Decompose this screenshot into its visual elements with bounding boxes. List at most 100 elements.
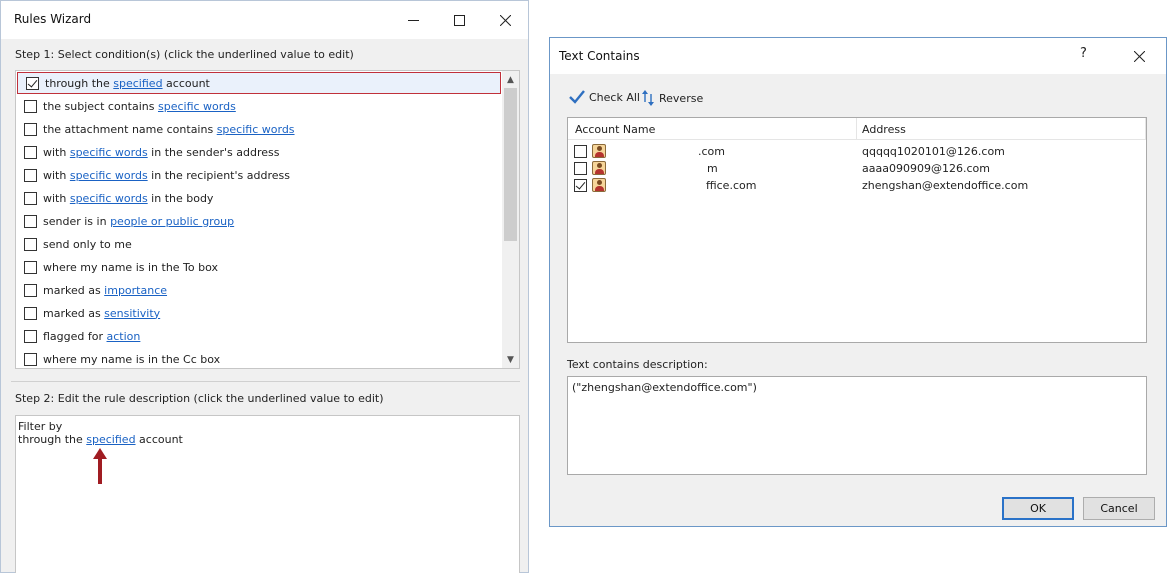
condition-text: with specific words in the sender's addr… <box>43 145 280 159</box>
account-name: ffice.com <box>706 179 757 192</box>
maximize-icon <box>453 14 465 26</box>
condition-value-link[interactable]: specified <box>113 77 162 90</box>
condition-text: the subject contains specific words <box>43 99 236 113</box>
condition-checkbox[interactable] <box>24 145 37 159</box>
condition-text: marked as sensitivity <box>43 306 161 320</box>
condition-row[interactable]: through the specified account <box>17 72 501 94</box>
cancel-button[interactable]: Cancel <box>1083 497 1155 520</box>
condition-value-link[interactable]: specific words <box>217 123 295 136</box>
column-separator[interactable] <box>1145 118 1146 140</box>
description-line1: Filter by <box>18 420 63 433</box>
condition-row[interactable]: where my name is in the Cc box <box>16 348 501 368</box>
account-checkbox[interactable] <box>574 162 587 175</box>
condition-checkbox[interactable] <box>24 214 37 228</box>
reverse-button[interactable]: Reverse <box>641 90 703 106</box>
minimize-icon <box>407 19 419 21</box>
condition-text: with specific words in the recipient's a… <box>43 168 290 182</box>
account-checkbox[interactable] <box>574 145 587 158</box>
text-contains-description-box[interactable]: ("zhengshan@extendoffice.com") <box>567 376 1147 475</box>
scroll-down-arrow-icon[interactable]: ▼ <box>502 351 519 368</box>
condition-row[interactable]: marked as sensitivity <box>16 302 501 324</box>
condition-checkbox[interactable] <box>24 122 37 136</box>
condition-value-link[interactable]: sensitivity <box>104 307 160 320</box>
text-contains-description-label: Text contains description: <box>567 358 708 371</box>
maximize-button[interactable] <box>436 1 482 39</box>
condition-row[interactable]: with specific words in the body <box>16 187 501 209</box>
step2-label: Step 2: Edit the rule description (click… <box>15 392 384 405</box>
condition-value-link[interactable]: action <box>107 330 141 343</box>
condition-row[interactable]: with specific words in the sender's addr… <box>16 141 501 163</box>
condition-checkbox[interactable] <box>24 237 37 251</box>
checkmark-icon <box>569 90 585 104</box>
account-address: aaaa090909@126.com <box>862 162 990 175</box>
ok-button[interactable]: OK <box>1002 497 1074 520</box>
minimize-button[interactable] <box>390 1 436 39</box>
condition-text: send only to me <box>43 237 132 251</box>
text-contains-titlebar: Text Contains ? <box>550 38 1166 74</box>
close-button[interactable] <box>482 1 528 39</box>
text-contains-dialog: Text Contains ? Check All Reverse Accoun… <box>549 37 1167 527</box>
reverse-arrows-icon <box>642 90 654 106</box>
help-button[interactable]: ? <box>1080 46 1087 61</box>
scroll-up-arrow-icon[interactable]: ▲ <box>502 71 519 88</box>
condition-row[interactable]: marked as importance <box>16 279 501 301</box>
condition-checkbox[interactable] <box>24 352 37 366</box>
column-header-account-name[interactable]: Account Name <box>575 123 655 136</box>
step1-label: Step 1: Select condition(s) (click the u… <box>15 48 354 61</box>
account-row[interactable]: m aaaa090909@126.com <box>568 160 1146 177</box>
condition-list-scrollbar[interactable]: ▲ ▼ <box>502 71 519 368</box>
account-checkbox[interactable] <box>574 179 587 192</box>
divider <box>11 381 520 382</box>
condition-checkbox[interactable] <box>24 329 37 343</box>
dialog-title: Text Contains <box>559 49 640 63</box>
condition-value-link[interactable]: specific words <box>70 192 148 205</box>
condition-checkbox[interactable] <box>24 168 37 182</box>
account-list-header: Account Name Address <box>568 118 1146 140</box>
condition-row[interactable]: flagged for action <box>16 325 501 347</box>
condition-row[interactable]: the attachment name contains specific wo… <box>16 118 501 140</box>
column-header-address[interactable]: Address <box>862 123 906 136</box>
contact-icon <box>592 144 606 158</box>
column-separator[interactable] <box>856 118 857 140</box>
condition-row[interactable]: where my name is in the To box <box>16 256 501 278</box>
condition-text: sender is in people or public group <box>43 214 235 228</box>
rules-wizard-titlebar: Rules Wizard <box>1 1 528 39</box>
account-address: qqqqq1020101@126.com <box>862 145 1005 158</box>
condition-list[interactable]: through the specified account the subject… <box>15 70 520 369</box>
condition-checkbox[interactable] <box>24 191 37 205</box>
rules-wizard-window: Rules Wizard Step 1: Select condition(s)… <box>0 0 529 573</box>
condition-checkbox[interactable] <box>24 99 37 113</box>
condition-row[interactable]: send only to me <box>16 233 501 255</box>
condition-row[interactable]: sender is in people or public group <box>16 210 501 232</box>
scroll-thumb[interactable] <box>504 88 517 241</box>
dialog-close-button[interactable] <box>1116 38 1162 74</box>
account-row[interactable]: ffice.com zhengshan@extendoffice.com <box>568 177 1146 194</box>
close-icon <box>1133 50 1145 62</box>
condition-text: where my name is in the To box <box>43 260 219 274</box>
condition-checkbox[interactable] <box>24 306 37 320</box>
account-name: m <box>707 162 718 175</box>
account-name: .com <box>698 145 725 158</box>
contact-icon <box>592 161 606 175</box>
rule-description-box: Filter by through the specified account <box>15 415 520 573</box>
condition-checkbox[interactable] <box>26 76 39 90</box>
condition-row[interactable]: the subject contains specific words <box>16 95 501 117</box>
window-title: Rules Wizard <box>14 12 92 26</box>
red-arrow-icon <box>93 448 107 484</box>
description-line2: through the specified account <box>18 433 183 446</box>
condition-value-link[interactable]: specific words <box>158 100 236 113</box>
account-row[interactable]: .com qqqqq1020101@126.com <box>568 143 1146 160</box>
condition-text: where my name is in the Cc box <box>43 352 221 366</box>
check-all-button[interactable]: Check All <box>569 90 640 104</box>
condition-value-link[interactable]: specific words <box>70 146 148 159</box>
condition-text: with specific words in the body <box>43 191 214 205</box>
condition-checkbox[interactable] <box>24 260 37 274</box>
account-address: zhengshan@extendoffice.com <box>862 179 1029 192</box>
condition-value-link[interactable]: people or public group <box>110 215 234 228</box>
condition-checkbox[interactable] <box>24 283 37 297</box>
specified-link[interactable]: specified <box>86 433 135 446</box>
condition-value-link[interactable]: importance <box>104 284 167 297</box>
account-list[interactable]: Account Name Address .com qqqqq1020101@12… <box>567 117 1147 343</box>
condition-value-link[interactable]: specific words <box>70 169 148 182</box>
condition-row[interactable]: with specific words in the recipient's a… <box>16 164 501 186</box>
